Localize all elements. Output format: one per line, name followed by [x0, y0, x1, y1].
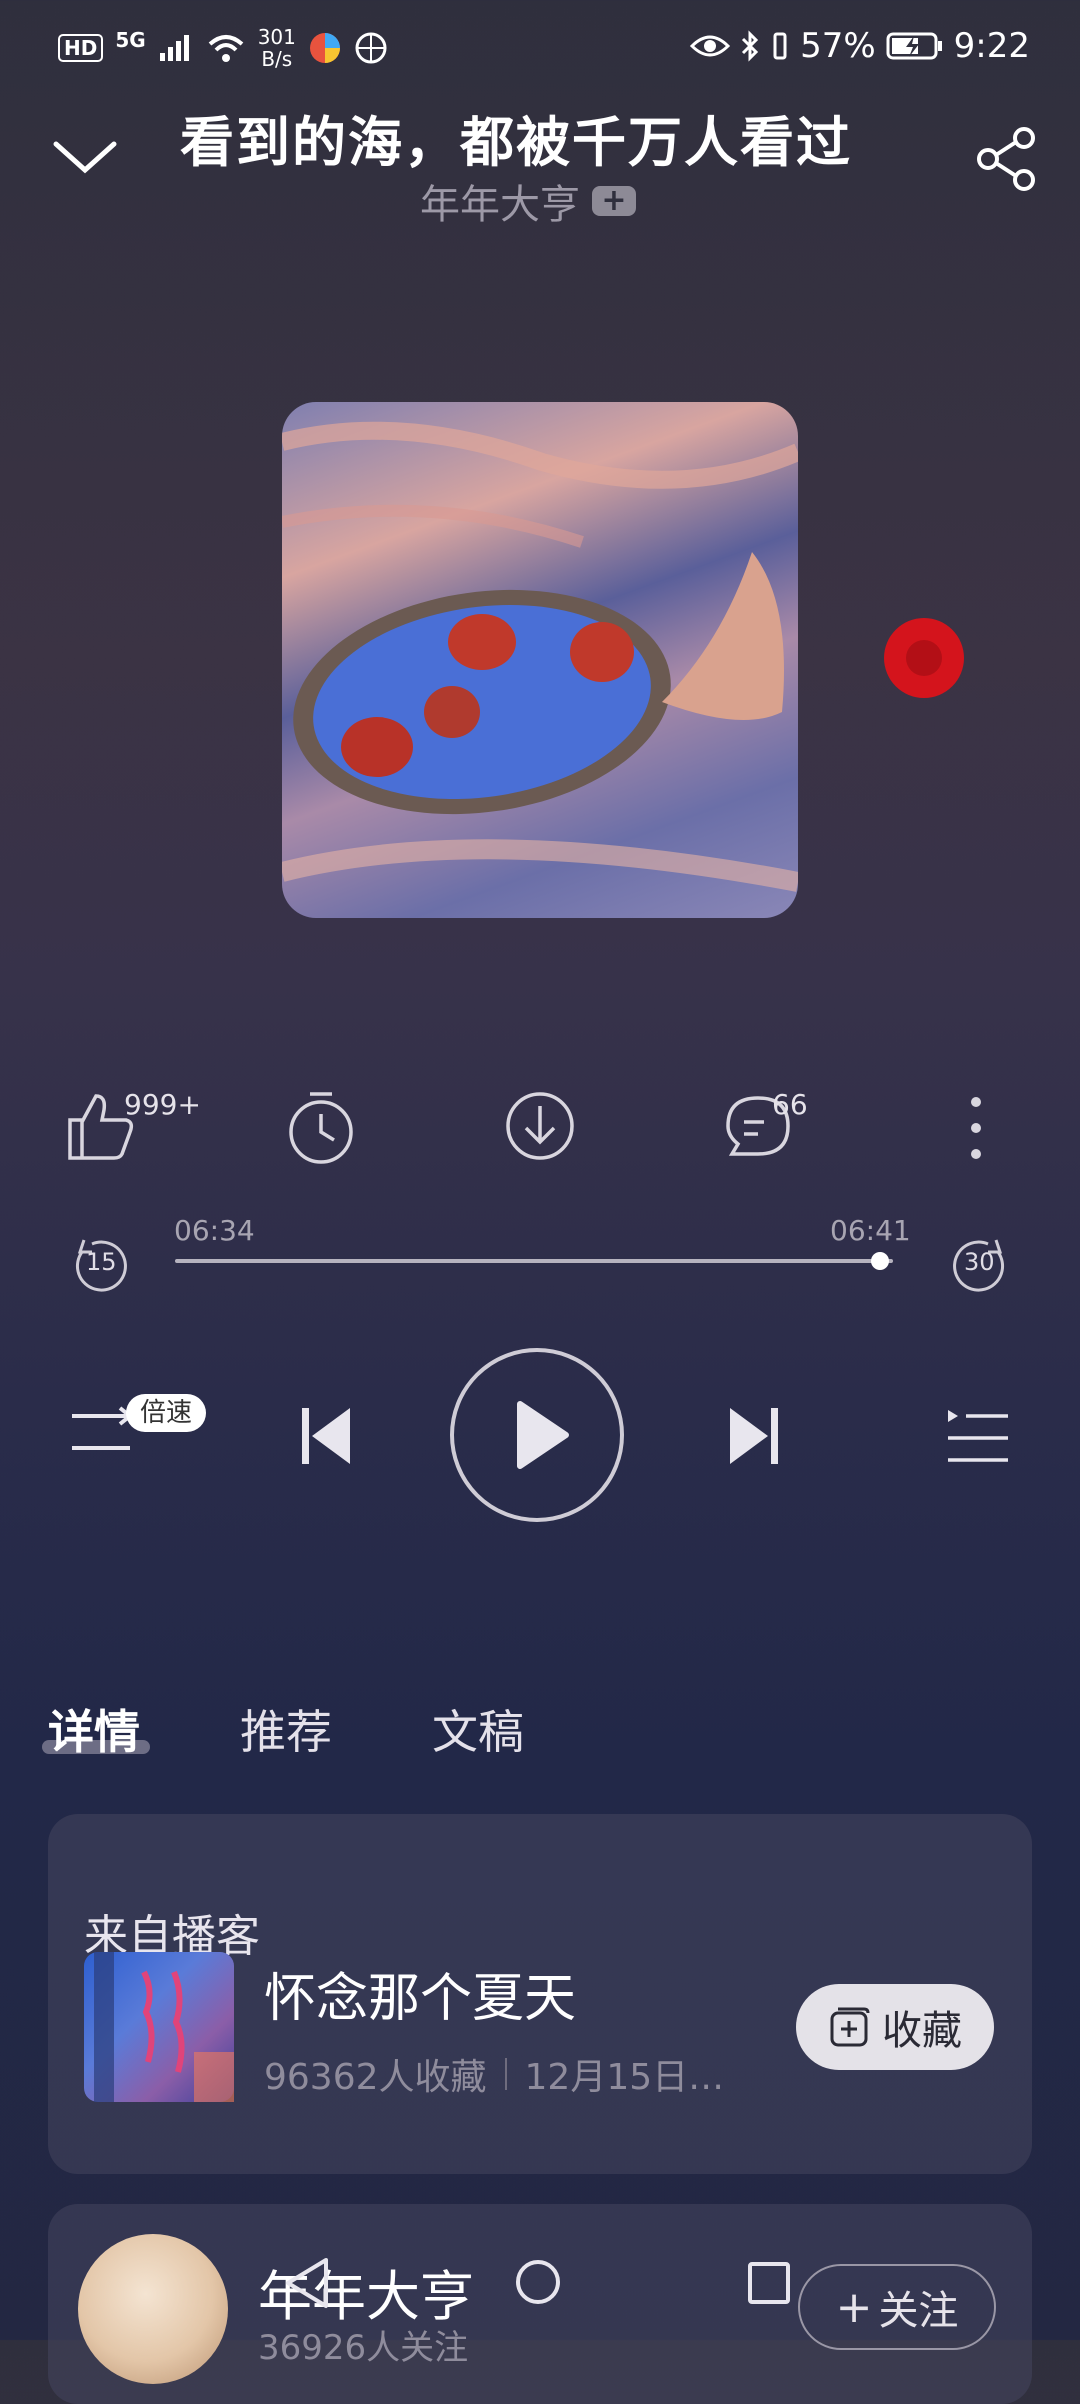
- more-vertical-icon[interactable]: [966, 1096, 986, 1160]
- collect-label: 收藏: [882, 2008, 962, 2054]
- wifi-icon: [208, 35, 244, 62]
- rewind-15-button[interactable]: 15: [70, 1234, 130, 1294]
- previous-icon[interactable]: [298, 1404, 354, 1468]
- author-followers: 36926人关注: [258, 2328, 469, 2368]
- progress-track[interactable]: [175, 1259, 893, 1263]
- signal-icon: [159, 35, 189, 61]
- total-time: 06:41: [830, 1214, 911, 1247]
- battery-percent: 57%: [800, 26, 876, 66]
- tab-details[interactable]: 详情: [48, 1696, 140, 1762]
- forward-30-button[interactable]: 30: [950, 1234, 1010, 1294]
- hd-icon: HD: [58, 34, 104, 62]
- current-time: 06:34: [174, 1214, 255, 1247]
- share-icon[interactable]: [972, 124, 1042, 194]
- follow-button[interactable]: + 关注: [798, 2264, 996, 2350]
- clock: 9:22: [953, 26, 1030, 66]
- download-icon[interactable]: [504, 1090, 576, 1162]
- network-speed: 301 B/s: [258, 26, 296, 70]
- speed-unit: B/s: [261, 47, 293, 71]
- comment-count: 66: [772, 1088, 808, 1121]
- artist-name[interactable]: 年年大亨: [420, 172, 580, 230]
- podcast-date: 12月15日…: [524, 2057, 725, 2098]
- speed-value: 301: [257, 25, 296, 49]
- vibrate-icon: [773, 32, 787, 60]
- next-icon[interactable]: [726, 1404, 782, 1468]
- play-icon: [517, 1401, 569, 1469]
- app-notification-icon: [309, 33, 340, 63]
- collect-button[interactable]: 收藏: [796, 1984, 994, 2070]
- tab-transcript[interactable]: 文稿: [432, 1696, 524, 1762]
- podcast-thumbnail[interactable]: [84, 1952, 234, 2102]
- playback-speed-button[interactable]: 倍速: [126, 1394, 206, 1432]
- status-left: HD 5G 301 B/s: [58, 26, 388, 70]
- nav-recents-icon[interactable]: [748, 2262, 790, 2304]
- forward-seconds: 30: [964, 1248, 995, 1276]
- author-avatar[interactable]: [78, 2234, 228, 2384]
- rewind-seconds: 15: [86, 1248, 117, 1276]
- battery-charging-icon: [886, 32, 942, 60]
- follow-label: 关注: [878, 2288, 959, 2334]
- podcast-thumbnail-art: [94, 1952, 234, 2102]
- collapse-chevron-icon[interactable]: [50, 134, 120, 180]
- progress-knob[interactable]: [871, 1252, 890, 1270]
- timer-icon[interactable]: [286, 1090, 356, 1166]
- tab-recommend[interactable]: 推荐: [240, 1696, 332, 1762]
- cover-art: [282, 402, 798, 918]
- like-count: 999+: [124, 1088, 201, 1121]
- collect-plus-icon: [830, 2007, 870, 2047]
- eye-icon: [690, 35, 731, 57]
- record-dot-icon[interactable]: [884, 618, 964, 698]
- podcast-favorites: 96362人收藏: [264, 2057, 487, 2098]
- playlist-icon[interactable]: [946, 1408, 1010, 1468]
- cover-mirror-illustration: [282, 421, 798, 892]
- artist-row[interactable]: 年年大亨 +: [420, 172, 636, 230]
- status-right: 57% 9:22: [690, 26, 1030, 66]
- play-button[interactable]: [450, 1348, 624, 1522]
- bluetooth-icon: [742, 30, 759, 62]
- podcast-meta: 96362人收藏 12月15日…: [264, 2048, 724, 2100]
- meta-divider: [504, 2058, 507, 2090]
- nav-back-icon[interactable]: [282, 2256, 332, 2310]
- network-type: 5G: [115, 28, 146, 52]
- follow-plus-badge[interactable]: +: [592, 186, 636, 216]
- status-bar: HD 5G 301 B/s 57% 9:22: [0, 18, 1080, 78]
- follow-plus-icon: +: [835, 2281, 873, 2333]
- basketball-icon: [355, 32, 387, 64]
- nav-home-icon[interactable]: [516, 2260, 560, 2304]
- podcast-name[interactable]: 怀念那个夏天: [264, 1956, 576, 2031]
- episode-title: 看到的海，都被千万人看过: [180, 111, 852, 174]
